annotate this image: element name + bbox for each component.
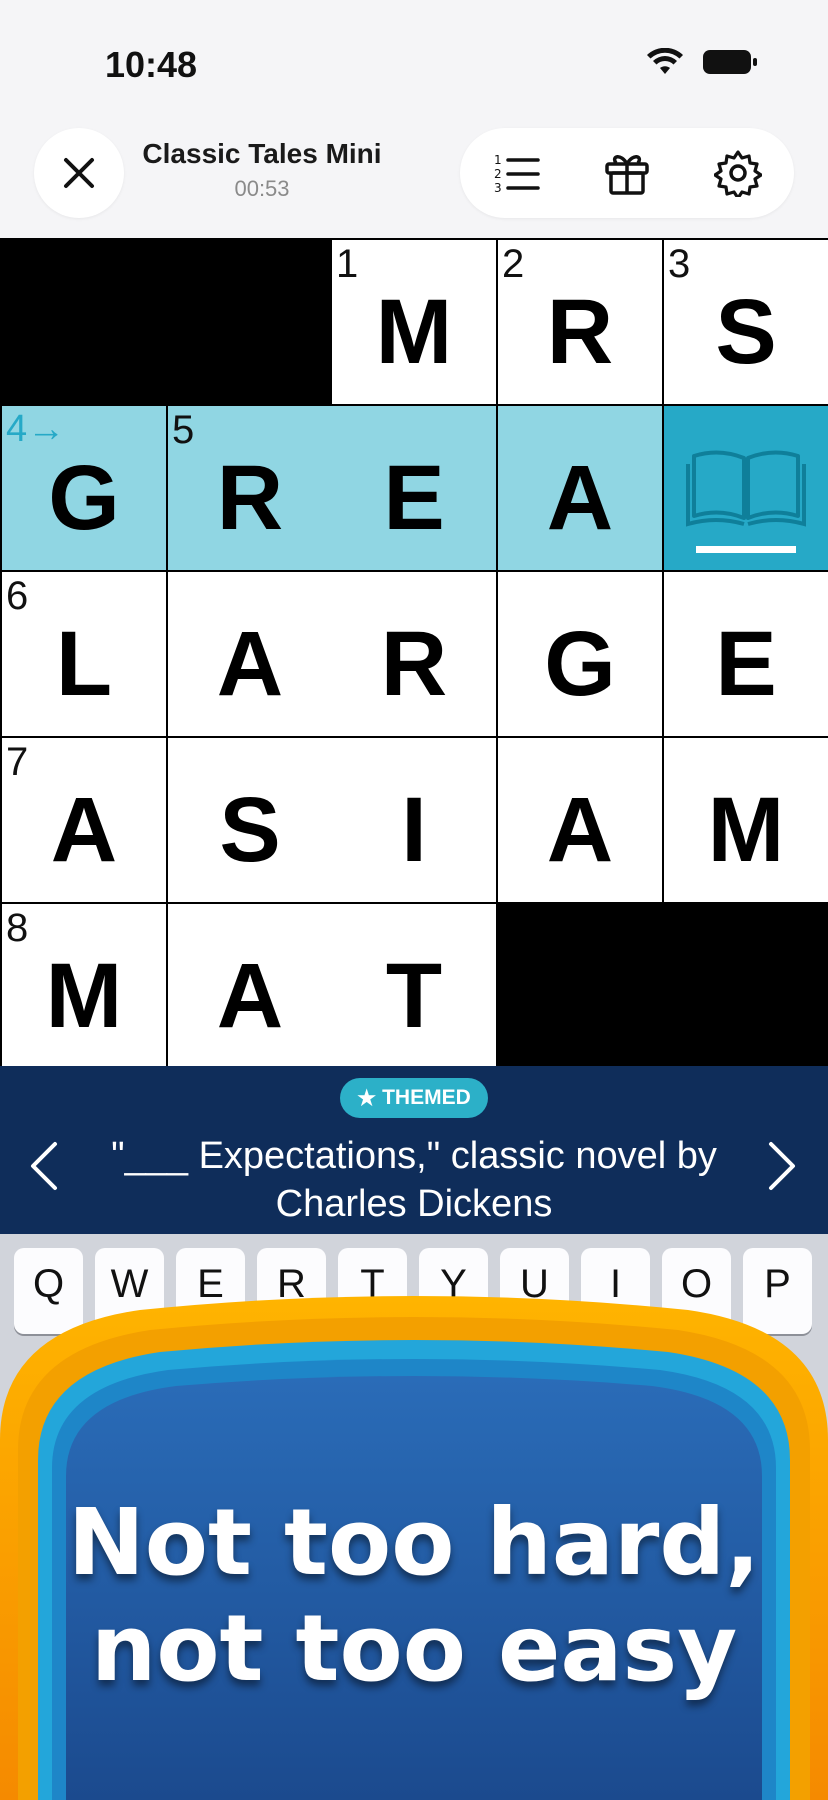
grid-cell[interactable]: I	[332, 738, 496, 902]
star-icon: ★	[357, 1086, 377, 1110]
grid-cell[interactable]: M	[664, 738, 828, 902]
grid-cell[interactable]: 3 S	[664, 240, 828, 404]
grid-cell[interactable]: 1 M	[332, 240, 496, 404]
grid-cell-block	[166, 238, 330, 402]
themed-badge: ★ THEMED	[340, 1078, 488, 1118]
cell-letter: G	[48, 447, 120, 549]
grid-cell[interactable]: 6 L	[2, 572, 166, 736]
open-book-icon	[686, 450, 806, 553]
clue-list-button[interactable]: 1 2 3	[486, 143, 546, 203]
cell-letter: A	[50, 779, 118, 881]
cell-letter: M	[375, 281, 453, 383]
grid-cell[interactable]: E	[664, 572, 828, 736]
grid-cell-active[interactable]	[664, 406, 828, 570]
themed-label: THEMED	[382, 1086, 471, 1109]
promo-headline: Not too hard, not too easy	[0, 1490, 828, 1702]
cell-letter: A	[216, 613, 284, 715]
cell-letter: R	[546, 281, 614, 383]
next-clue-button[interactable]	[752, 1126, 812, 1206]
cell-letter: A	[546, 779, 614, 881]
close-button[interactable]	[34, 128, 124, 218]
previous-clue-button[interactable]	[14, 1126, 74, 1206]
settings-button[interactable]	[708, 143, 768, 203]
grid-cell[interactable]: A	[498, 406, 662, 570]
clue-line-1: "___ Expectations," classic novel by	[111, 1135, 717, 1177]
chevron-right-icon	[769, 1142, 795, 1190]
svg-text:2: 2	[494, 167, 502, 181]
promo-banner: Not too hard, not too easy	[0, 1290, 828, 1800]
cell-letter: E	[715, 613, 777, 715]
toolbar: 1 2 3	[460, 128, 794, 218]
grid-cell[interactable]: 8 M	[2, 904, 166, 1068]
grid-cell[interactable]: A	[168, 904, 332, 1068]
gift-icon	[605, 155, 649, 195]
promo-line-2: not too easy	[90, 1595, 738, 1702]
cell-letter: G	[544, 613, 616, 715]
gift-button[interactable]	[597, 143, 657, 203]
status-icons	[646, 48, 758, 76]
close-icon	[64, 158, 94, 188]
cell-letter: L	[55, 613, 113, 715]
cell-letter: R	[216, 447, 284, 549]
grid-cell-block	[498, 904, 662, 1068]
grid-cell-block	[0, 238, 164, 402]
puzzle-header: Classic Tales Mini 00:53 1 2 3	[0, 110, 828, 238]
grid-cell[interactable]: A	[498, 738, 662, 902]
grid-cell[interactable]: 2 R	[498, 240, 662, 404]
puzzle-timer: 00:53	[234, 176, 290, 201]
grid-cell[interactable]: S	[168, 738, 332, 902]
grid-cell[interactable]: 4→ G	[2, 406, 166, 570]
cell-letter: R	[380, 613, 448, 715]
cell-letter: A	[546, 447, 614, 549]
clue-text[interactable]: "___ Expectations," classic novel by Cha…	[90, 1132, 738, 1228]
puzzle-title: Classic Tales Mini	[142, 138, 382, 169]
cell-letter: S	[715, 281, 777, 383]
cell-letter: A	[216, 945, 284, 1047]
grid-cell[interactable]: 5 R	[168, 406, 332, 570]
clue-number-direction: 4→	[6, 408, 66, 450]
svg-text:3: 3	[494, 181, 502, 195]
grid-cell[interactable]: 7 A	[2, 738, 166, 902]
cell-letter: T	[385, 945, 443, 1047]
grid-cell[interactable]: G	[498, 572, 662, 736]
clue-bar: ★ THEMED "___ Expectations," classic nov…	[0, 1066, 828, 1234]
chevron-left-icon	[31, 1142, 57, 1190]
grid-cell-block	[664, 904, 828, 1068]
grid-cell[interactable]: E	[332, 406, 496, 570]
gear-icon	[714, 150, 763, 197]
grid-cell[interactable]: R	[332, 572, 496, 736]
clue-list-icon: 1 2 3	[494, 153, 540, 195]
promo-line-1: Not too hard,	[67, 1489, 761, 1596]
cell-letter: M	[45, 945, 123, 1047]
status-time: 10:48	[105, 44, 198, 85]
title-block: Classic Tales Mini 00:53	[142, 138, 382, 202]
status-bar: 10:48	[0, 0, 828, 110]
grid-cell[interactable]: T	[332, 904, 496, 1068]
cell-letter: M	[707, 779, 785, 881]
svg-text:1: 1	[494, 153, 502, 167]
battery-icon	[703, 50, 757, 74]
cell-letter: I	[401, 779, 427, 881]
grid-cell[interactable]: A	[168, 572, 332, 736]
cell-letter: S	[219, 779, 281, 881]
clue-line-2: Charles Dickens	[275, 1183, 553, 1225]
cell-letter: E	[383, 447, 445, 549]
crossword-grid: 1 M 2 R 3 S 4→ G 5 R E A 6 L A R G E 7 A…	[0, 238, 828, 1068]
wifi-icon	[647, 48, 683, 74]
